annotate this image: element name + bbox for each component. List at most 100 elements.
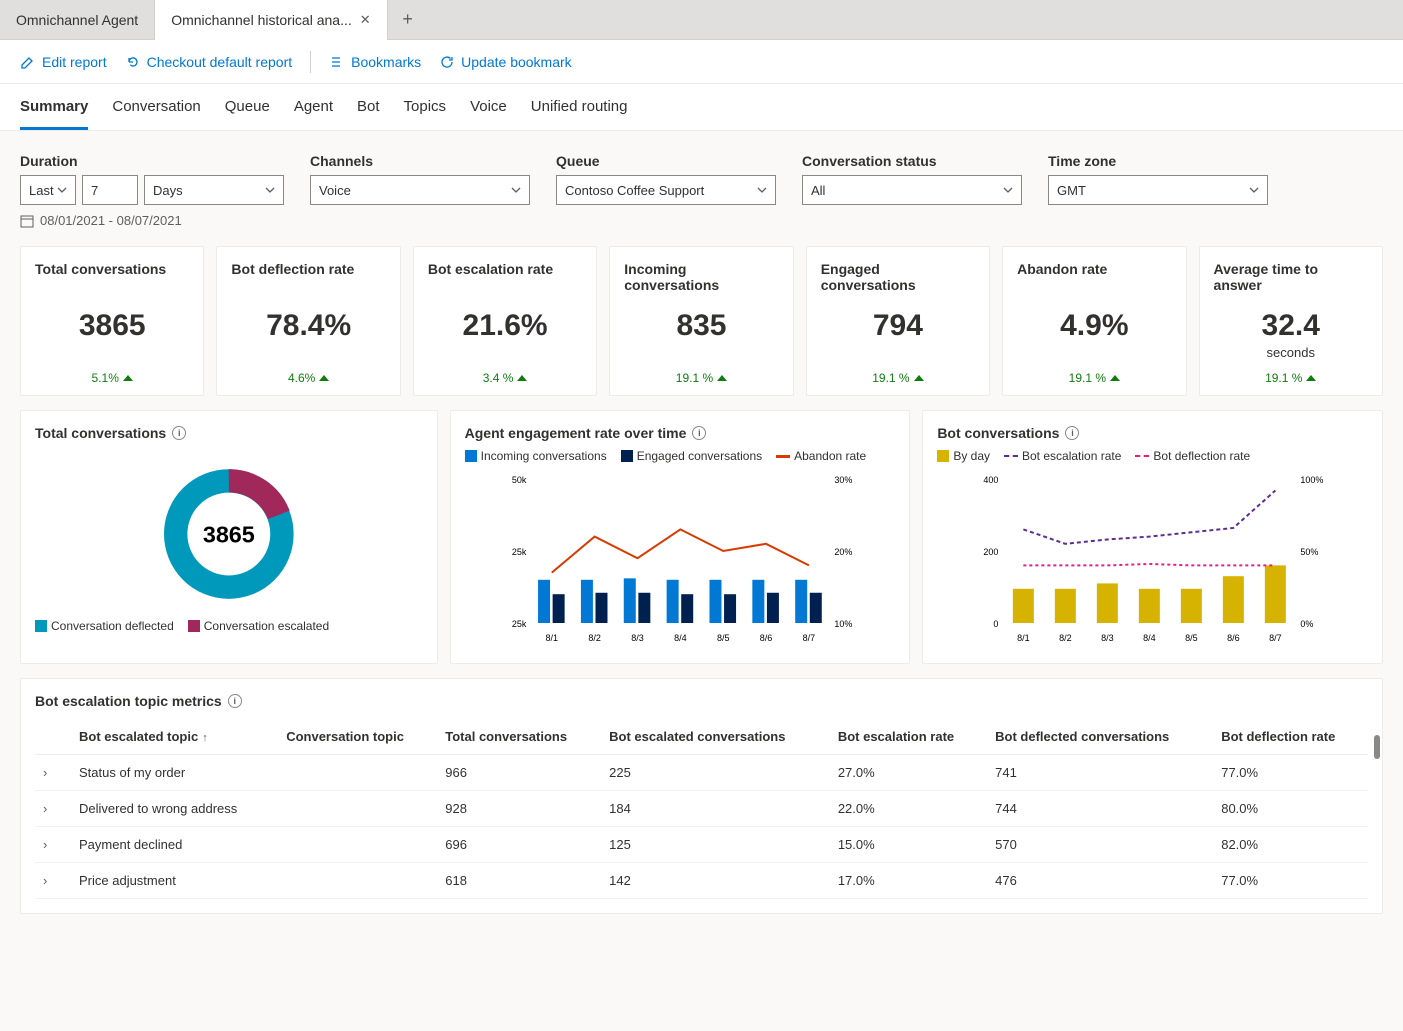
chevron-right-icon[interactable]: › (43, 873, 63, 888)
legend-item: Abandon rate (776, 449, 866, 463)
svg-text:8/7: 8/7 (802, 633, 815, 643)
cell-defl-rate: 77.0% (1213, 755, 1368, 791)
col-bot-escalated-conv[interactable]: Bot escalated conversations (601, 719, 830, 755)
cell-total: 928 (437, 791, 601, 827)
svg-text:8/3: 8/3 (1101, 633, 1114, 643)
bookmarks-button[interactable]: Bookmarks (329, 54, 421, 70)
kpi-title: Total conversations (35, 261, 189, 299)
kpi-delta: 19.1 % (1017, 371, 1171, 385)
legend-item: Engaged conversations (621, 449, 762, 463)
svg-text:10%: 10% (834, 619, 852, 629)
dropdown-value: GMT (1057, 183, 1086, 198)
channels-dropdown[interactable]: Voice (310, 175, 530, 205)
cell-defl-rate: 77.0% (1213, 863, 1368, 899)
table-row[interactable]: › Price adjustment 618 142 17.0% 476 77.… (35, 863, 1368, 899)
tab-voice[interactable]: Voice (470, 98, 507, 130)
table-title: Bot escalation topic metrics i (35, 693, 1368, 709)
tab-bot[interactable]: Bot (357, 98, 380, 130)
legend-item: By day (937, 449, 990, 463)
toolbar-label: Bookmarks (351, 54, 421, 70)
kpi-delta: 4.6% (231, 371, 385, 385)
status-dropdown[interactable]: All (802, 175, 1022, 205)
cell-topic: Delivered to wrong address (71, 791, 278, 827)
dropdown-value: All (811, 183, 825, 198)
cell-total: 696 (437, 827, 601, 863)
col-bot-deflection-rate[interactable]: Bot deflection rate (1213, 719, 1368, 755)
checkout-report-button[interactable]: Checkout default report (125, 54, 293, 70)
svg-text:8/2: 8/2 (1059, 633, 1072, 643)
duration-unit-dropdown[interactable]: Days (144, 175, 284, 205)
svg-text:30%: 30% (834, 475, 852, 485)
svg-text:8/5: 8/5 (1185, 633, 1198, 643)
kpi-title: Average time to answer (1214, 261, 1368, 299)
kpi-card: Abandon rate 4.9% 19.1 % (1002, 246, 1186, 396)
table-row[interactable]: › Payment declined 696 125 15.0% 570 82.… (35, 827, 1368, 863)
tab-omnichannel-agent[interactable]: Omnichannel Agent (0, 0, 155, 40)
table-row[interactable]: › Status of my order 966 225 27.0% 741 7… (35, 755, 1368, 791)
update-bookmark-button[interactable]: Update bookmark (439, 54, 572, 70)
tab-topics[interactable]: Topics (404, 98, 447, 130)
add-tab-button[interactable]: + (388, 9, 428, 30)
chevron-down-icon (265, 185, 275, 195)
svg-text:200: 200 (984, 547, 999, 557)
tab-conversation[interactable]: Conversation (112, 98, 200, 130)
info-icon[interactable]: i (172, 426, 186, 440)
col-bot-escalation-rate[interactable]: Bot escalation rate (830, 719, 987, 755)
up-arrow-icon (717, 375, 727, 381)
up-arrow-icon (1110, 375, 1120, 381)
svg-text:50k: 50k (511, 475, 526, 485)
scrollbar-thumb[interactable] (1374, 735, 1380, 759)
kpi-card: Incoming conversations 835 19.1 % (609, 246, 793, 396)
toolbar-label: Update bookmark (461, 54, 572, 70)
calendar-icon (20, 214, 34, 228)
tab-agent[interactable]: Agent (294, 98, 333, 130)
cell-conv-topic (278, 791, 437, 827)
up-arrow-icon (1306, 375, 1316, 381)
cell-conv-topic (278, 827, 437, 863)
chart-legend: Conversation deflected Conversation esca… (35, 619, 423, 633)
kpi-title: Engaged conversations (821, 261, 975, 299)
toolbar-label: Edit report (42, 54, 107, 70)
duration-number-input[interactable]: 7 (82, 175, 138, 205)
tab-summary[interactable]: Summary (20, 98, 88, 130)
filter-label: Channels (310, 153, 530, 169)
tab-historical-analytics[interactable]: Omnichannel historical ana... ✕ (155, 0, 387, 40)
kpi-delta: 5.1% (35, 371, 189, 385)
tab-queue[interactable]: Queue (225, 98, 270, 130)
close-icon[interactable]: ✕ (360, 12, 371, 28)
info-icon[interactable]: i (228, 694, 242, 708)
timezone-dropdown[interactable]: GMT (1048, 175, 1268, 205)
col-total-conversations[interactable]: Total conversations (437, 719, 601, 755)
legend-item: Incoming conversations (465, 449, 607, 463)
chevron-right-icon[interactable]: › (43, 801, 63, 816)
tab-unified-routing[interactable]: Unified routing (531, 98, 628, 130)
svg-text:8/1: 8/1 (545, 633, 558, 643)
col-conversation-topic[interactable]: Conversation topic (278, 719, 437, 755)
chart-title: Total conversations i (35, 425, 423, 441)
bookmarks-icon (329, 54, 345, 70)
info-icon[interactable]: i (1065, 426, 1079, 440)
chart-total-conversations: Total conversations i 3865 Conversation … (20, 410, 438, 664)
cell-esc-rate: 22.0% (830, 791, 987, 827)
col-bot-deflected-conv[interactable]: Bot deflected conversations (987, 719, 1213, 755)
edit-report-button[interactable]: Edit report (20, 54, 107, 70)
cell-conv-topic (278, 755, 437, 791)
chevron-right-icon[interactable]: › (43, 837, 63, 852)
chevron-right-icon[interactable]: › (43, 765, 63, 780)
bot-escalation-table-card: Bot escalation topic metrics i Bot escal… (20, 678, 1383, 914)
kpi-delta: 19.1 % (1214, 371, 1368, 385)
up-arrow-icon (123, 375, 133, 381)
toolbar-separator (310, 51, 311, 73)
svg-text:8/1: 8/1 (1017, 633, 1030, 643)
info-icon[interactable]: i (692, 426, 706, 440)
kpi-value: 4.9% (1017, 309, 1171, 343)
kpi-unit: seconds (1214, 345, 1368, 360)
cell-total: 966 (437, 755, 601, 791)
queue-dropdown[interactable]: Contoso Coffee Support (556, 175, 776, 205)
cell-deflected: 744 (987, 791, 1213, 827)
undo-icon (125, 54, 141, 70)
col-bot-escalated-topic[interactable]: Bot escalated topic↑ (71, 719, 278, 755)
duration-last-dropdown[interactable]: Last (20, 175, 76, 205)
dropdown-value: Days (153, 183, 183, 198)
table-row[interactable]: › Delivered to wrong address 928 184 22.… (35, 791, 1368, 827)
